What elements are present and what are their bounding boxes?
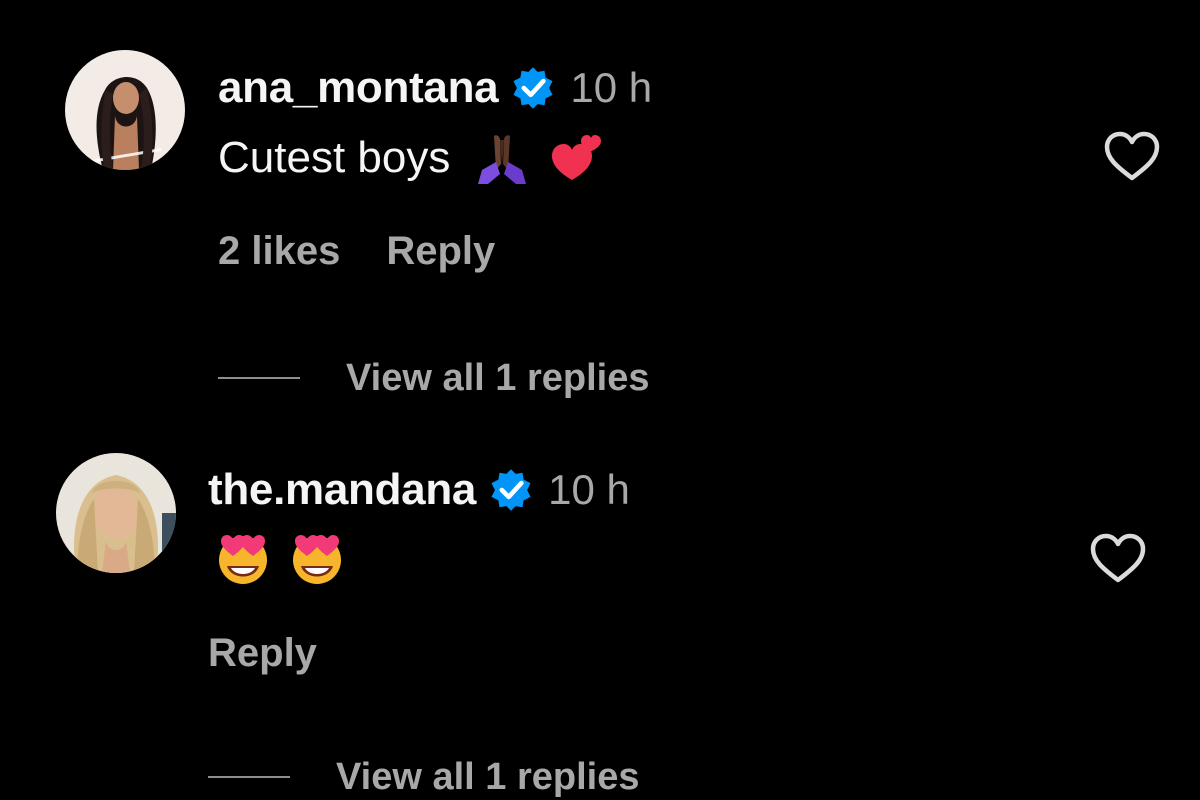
verified-badge-icon xyxy=(510,65,556,111)
comment-actions: Reply xyxy=(208,628,317,678)
comment-text: Cutest boys xyxy=(218,133,451,182)
verified-badge-icon xyxy=(488,467,534,513)
reply-button[interactable]: Reply xyxy=(386,229,495,274)
timestamp: 10 h xyxy=(548,466,630,513)
two-hearts-emoji xyxy=(548,130,604,186)
heart-eyes-emoji xyxy=(215,530,271,586)
likes-count[interactable]: 2 likes xyxy=(218,229,340,274)
avatar-photo xyxy=(56,453,176,573)
view-replies-button[interactable]: View all 1 replies xyxy=(218,353,649,403)
view-replies-button[interactable]: View all 1 replies xyxy=(208,752,639,800)
divider-line xyxy=(208,776,290,778)
heart-outline-icon[interactable] xyxy=(1102,128,1162,184)
heart-outline-icon[interactable] xyxy=(1088,530,1148,586)
avatar[interactable] xyxy=(65,50,185,170)
username[interactable]: the.mandana xyxy=(208,465,476,515)
divider-line xyxy=(218,377,300,379)
username[interactable]: ana_montana xyxy=(218,63,499,113)
view-replies-label: View all 1 replies xyxy=(346,356,650,399)
view-replies-label: View all 1 replies xyxy=(336,755,640,798)
avatar-photo xyxy=(65,50,185,170)
comment-header: the.mandana 10 h xyxy=(208,460,630,520)
avatar[interactable] xyxy=(56,453,176,573)
reply-button[interactable]: Reply xyxy=(208,631,317,676)
timestamp: 10 h xyxy=(570,64,653,111)
heart-eyes-emoji xyxy=(289,530,345,586)
comment-header: ana_montana 10 h xyxy=(218,58,652,118)
comment-body: Cutest boys xyxy=(218,128,604,188)
comment-actions: 2 likes Reply xyxy=(218,226,495,276)
folded-hands-emoji xyxy=(474,130,530,186)
comment-body xyxy=(215,528,345,588)
